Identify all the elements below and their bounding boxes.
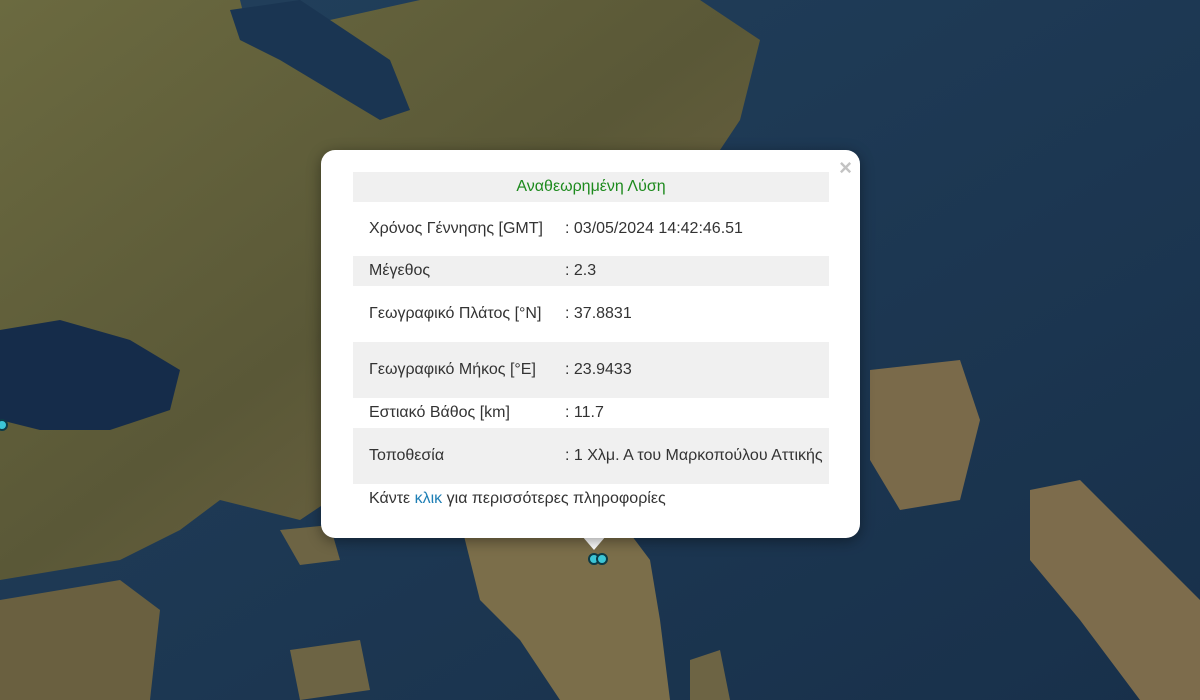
row-label: Χρόνος Γέννησης [GMT] bbox=[369, 220, 543, 237]
table-row: Τοποθεσία : 1 Χλμ. Α του Μαρκοπούλου Αττ… bbox=[353, 428, 829, 484]
row-label: Γεωγραφικό Μήκος [°E] bbox=[369, 361, 536, 378]
info-table: Χρόνος Γέννησης [GMT] : 03/05/2024 14:42… bbox=[353, 202, 829, 484]
row-value: : 2.3 bbox=[565, 262, 597, 279]
island-west bbox=[0, 580, 160, 700]
popup-title: Αναθεωρημένη Λύση bbox=[353, 172, 829, 202]
popup-tip bbox=[582, 536, 606, 550]
more-suffix: για περισσότερες πληροφορίες bbox=[442, 490, 666, 507]
more-info-text: Κάντε κλικ για περισσότερες πληροφορίες bbox=[369, 490, 666, 508]
row-value: : 1 Χλμ. Α του Μαρκοπούλου Αττικής bbox=[565, 447, 823, 464]
more-prefix: Κάντε bbox=[369, 490, 415, 507]
table-row: Εστιακό Βάθος [km] : 11.7 bbox=[353, 398, 829, 428]
row-value: : 23.9433 bbox=[565, 361, 632, 378]
more-info-link[interactable]: κλικ bbox=[415, 490, 443, 507]
row-value: : 11.7 bbox=[565, 404, 604, 421]
row-value: : 03/05/2024 14:42:46.51 bbox=[565, 220, 743, 237]
row-label: Μέγεθος bbox=[369, 262, 431, 279]
row-label: Γεωγραφικό Πλάτος [°N] bbox=[369, 305, 542, 322]
close-icon[interactable]: × bbox=[839, 154, 852, 182]
table-row: Μέγεθος : 2.3 bbox=[353, 256, 829, 286]
table-row: Χρόνος Γέννησης [GMT] : 03/05/2024 14:42… bbox=[353, 202, 829, 256]
row-value: : 37.8831 bbox=[565, 305, 632, 322]
island-aegina bbox=[290, 640, 370, 700]
table-row: Γεωγραφικό Μήκος [°E] : 23.9433 bbox=[353, 342, 829, 398]
row-label: Εστιακό Βάθος [km] bbox=[369, 404, 510, 421]
table-row: Γεωγραφικό Πλάτος [°N] : 37.8831 bbox=[353, 286, 829, 342]
row-label: Τοποθεσία bbox=[369, 447, 445, 464]
earthquake-marker[interactable] bbox=[596, 553, 608, 565]
earthquake-popup: × Αναθεωρημένη Λύση Χρόνος Γέννησης [GMT… bbox=[321, 150, 860, 538]
